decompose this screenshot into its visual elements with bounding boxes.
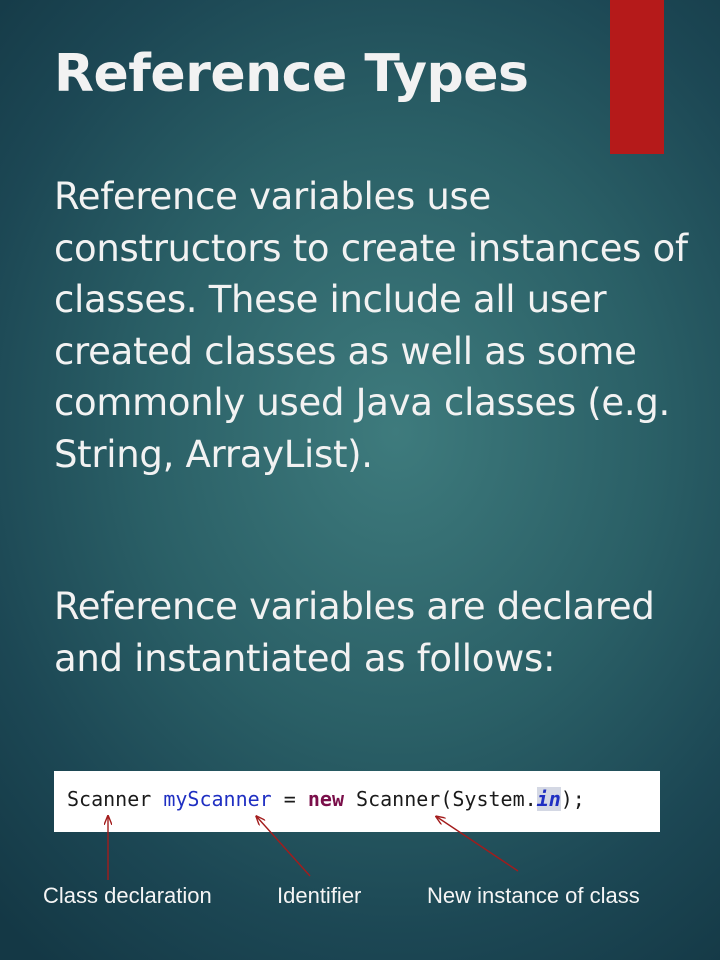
code-line: Scanner myScanner = new Scanner(System.i… <box>67 785 585 813</box>
accent-bar <box>610 0 664 154</box>
slide-title: Reference Types <box>54 44 529 104</box>
code-type-name: Scanner <box>67 787 152 811</box>
slide: Reference Types Reference variables use … <box>0 0 720 960</box>
code-closing: ); <box>560 787 585 811</box>
code-field-in: in <box>536 787 561 811</box>
code-new-keyword: new <box>307 787 344 811</box>
code-constructor-call: Scanner(System. <box>356 787 537 811</box>
code-identifier: myScanner <box>163 787 272 811</box>
body-paragraph-constructors: Reference variables use constructors to … <box>54 175 688 476</box>
body-paragraph-declaration: Reference variables are declared and ins… <box>54 585 655 680</box>
code-snippet: Scanner myScanner = new Scanner(System.i… <box>54 771 660 832</box>
label-class-declaration: Class declaration <box>43 883 212 908</box>
label-new-instance: New instance of class <box>427 883 640 908</box>
code-equals: = <box>283 787 296 811</box>
label-identifier: Identifier <box>277 883 362 908</box>
